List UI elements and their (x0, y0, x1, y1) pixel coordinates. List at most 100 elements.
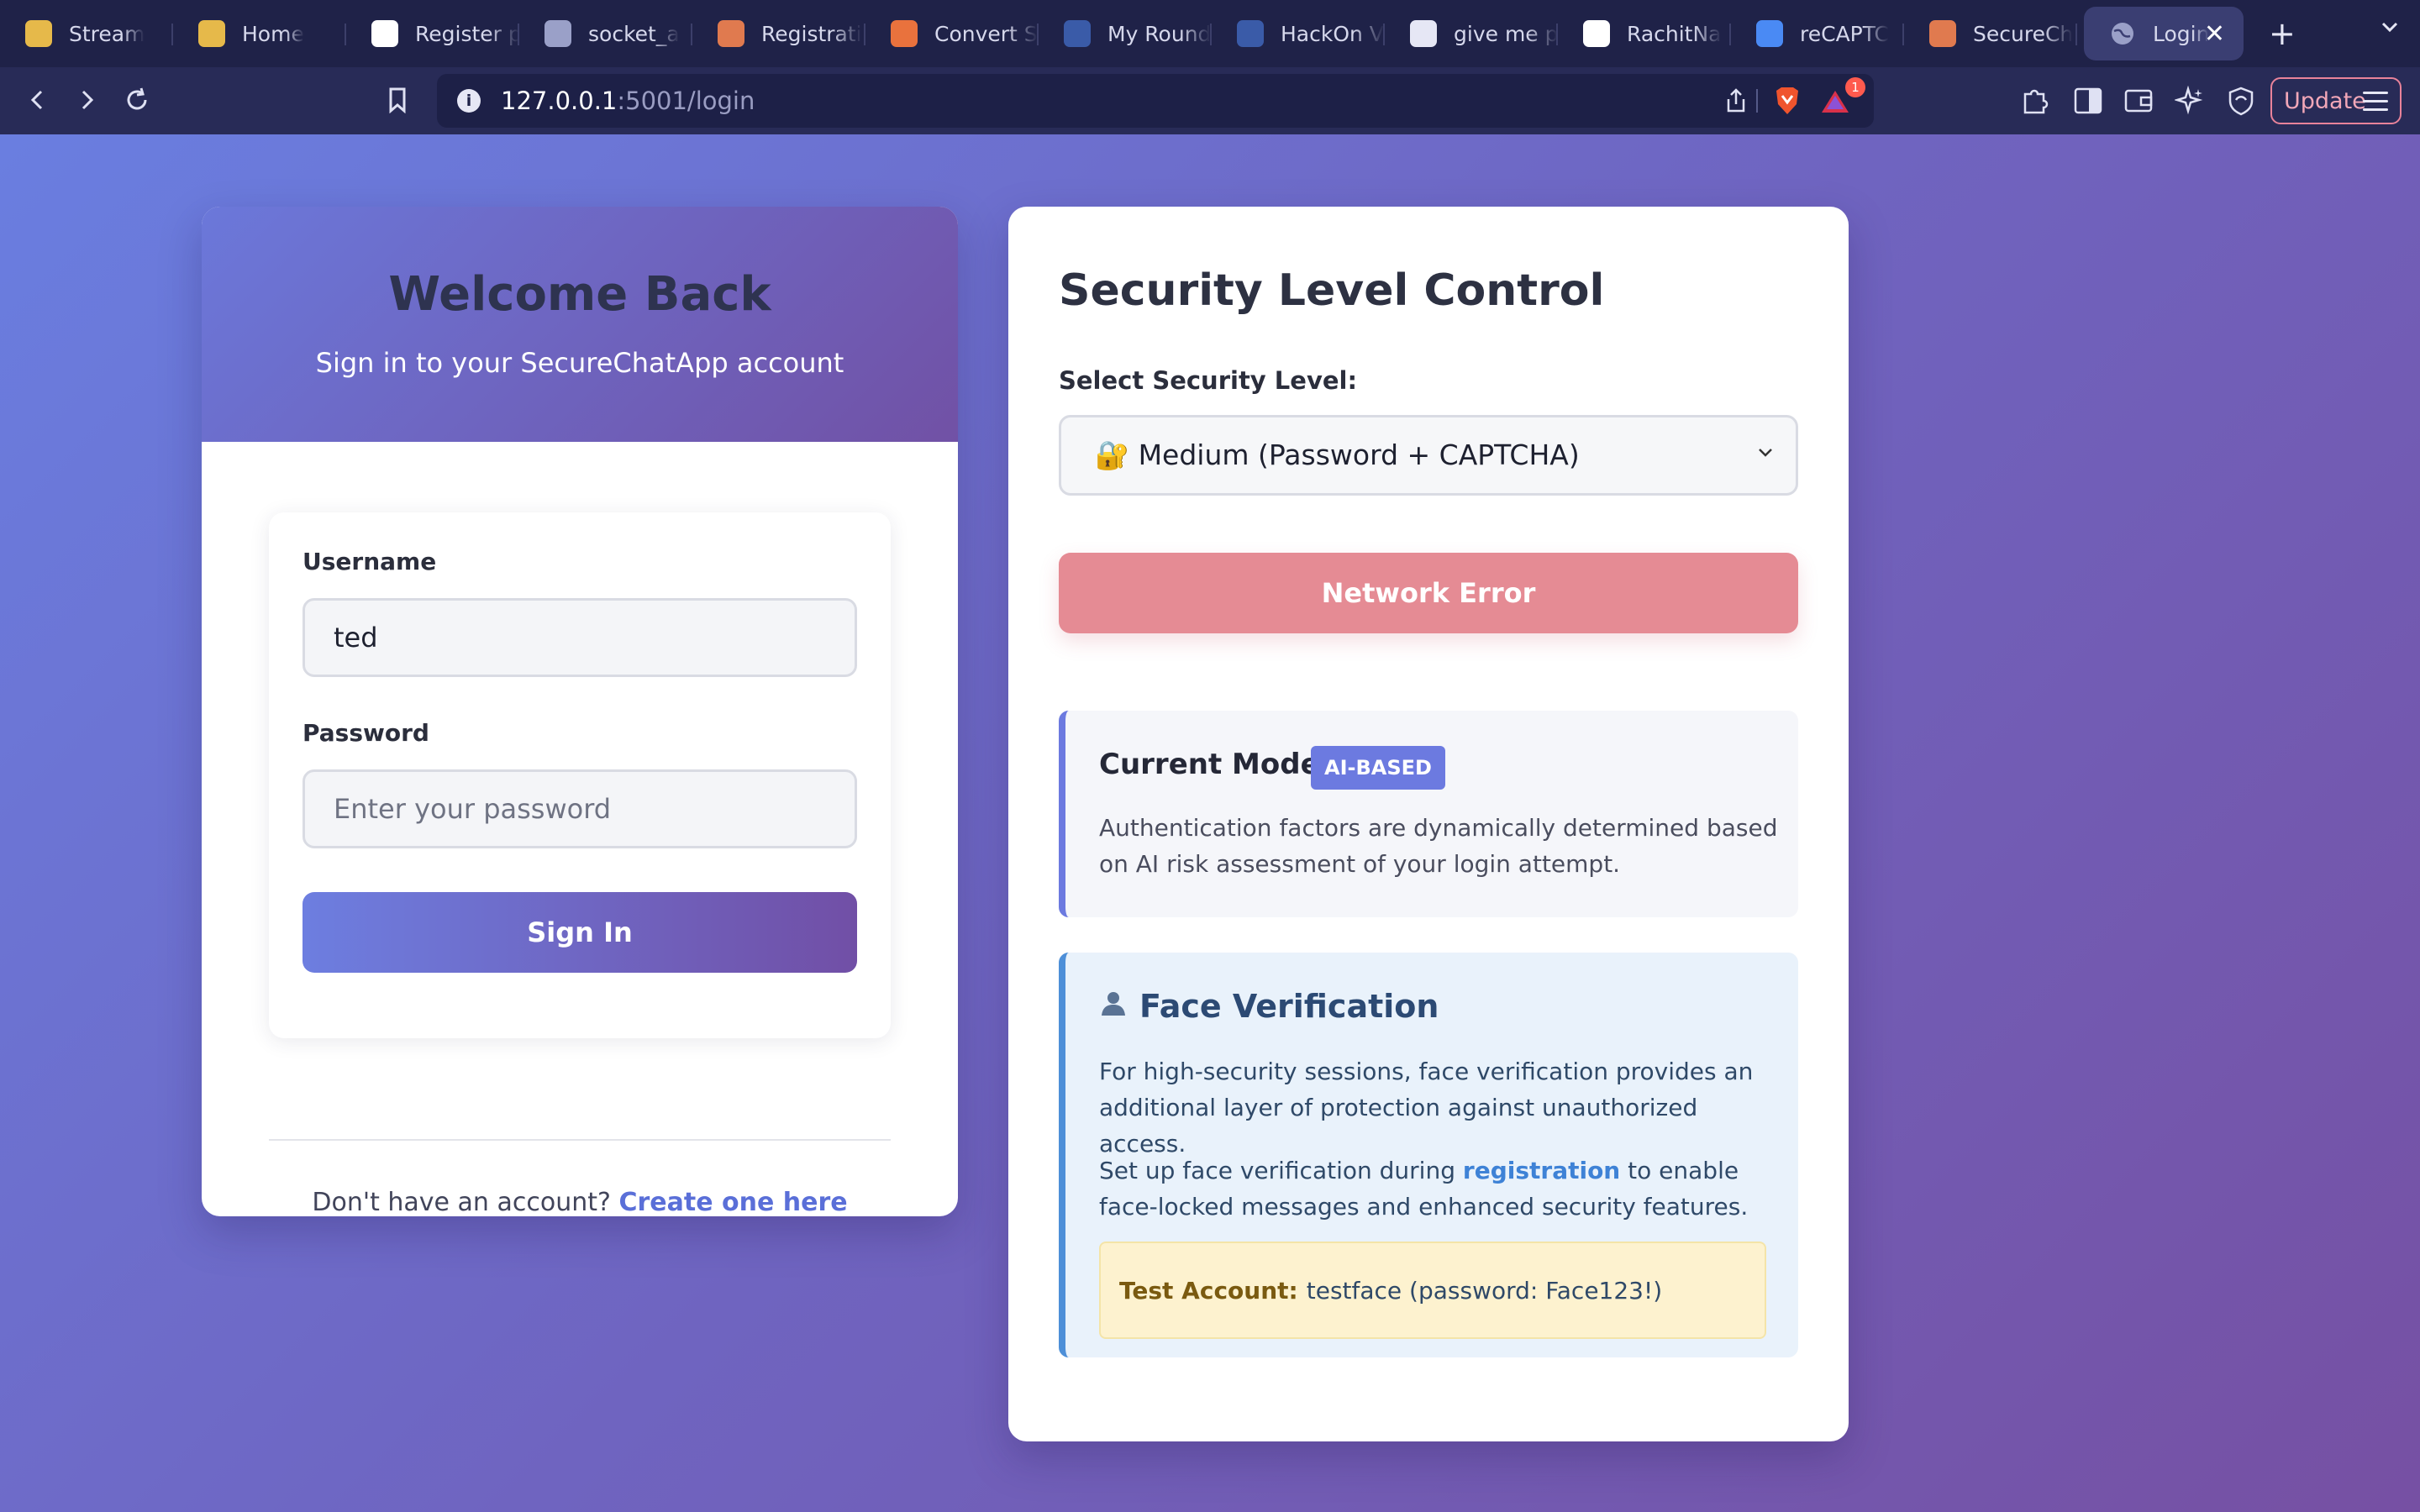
tab-title: HackOn V (1281, 21, 1384, 46)
tab-title: reCAPTC (1800, 21, 1890, 46)
address-bar[interactable]: i 127.0.0.1:5001/login 1 (437, 74, 1874, 128)
url-divider (1756, 89, 1758, 113)
tab-login-active[interactable]: Login ✕ (2084, 7, 2244, 60)
close-tab-icon[interactable]: ✕ (2204, 19, 2225, 49)
security-level-value: 🔐 Medium (Password + CAPTCHA) (1095, 438, 1580, 471)
github-icon (1583, 20, 1610, 47)
browser-tab[interactable]: HackOn V (1212, 7, 1385, 60)
tab-title: Registrati (761, 21, 862, 46)
browser-tab[interactable]: RachitNa (1558, 7, 1731, 60)
browser-tab-bar: Stream Home Register p socket_a Registrati Co… (0, 0, 2420, 67)
mode-description: Authentication factors are dynamically d… (1099, 814, 1778, 878)
drive-icon (25, 20, 52, 47)
signup-prompt-text: Don't have an account? (312, 1188, 611, 1216)
test-account-note: Test Account: testface (password: Face12… (1099, 1242, 1766, 1339)
tab-title: Home (242, 21, 304, 46)
claude-icon (718, 20, 744, 47)
browser-tab[interactable]: give me p (1385, 7, 1558, 60)
vpn-shield-icon[interactable] (2227, 86, 2255, 119)
url-text[interactable]: 127.0.0.1:5001/login (501, 87, 755, 115)
password-label: Password (302, 719, 429, 747)
globe-icon (544, 20, 571, 47)
update-label: Update (2284, 87, 2366, 114)
reload-icon[interactable] (116, 79, 158, 121)
face-setup-text: Set up face verification during registra… (1099, 1152, 1788, 1225)
username-label: Username (302, 548, 437, 575)
browser-tab[interactable]: Home (173, 7, 346, 60)
browser-tab[interactable]: socket_a (519, 7, 692, 60)
bookmark-icon[interactable] (376, 79, 418, 121)
login-title: Welcome Back (388, 267, 771, 322)
tab-title: RachitNa (1627, 21, 1722, 46)
unstop-icon (1064, 20, 1091, 47)
rewards-badge: 1 (1845, 77, 1865, 97)
tab-title: Stream (69, 21, 145, 46)
password-input[interactable] (302, 769, 857, 848)
login-subtitle: Sign in to your SecureChatApp account (315, 347, 844, 379)
brave-search-icon (1410, 20, 1437, 47)
tab-title: Convert S (934, 21, 1038, 46)
site-info-icon[interactable]: i (457, 89, 481, 113)
drive-icon (198, 20, 225, 47)
tab-title: SecureCh (1973, 21, 2074, 46)
test-account-label: Test Account: (1119, 1276, 1298, 1305)
browser-tab[interactable]: Stream (0, 7, 173, 60)
share-icon[interactable] (1724, 87, 1748, 118)
face-description: For high-security sessions, face verific… (1099, 1058, 1754, 1158)
security-card: Security Level Control Select Security L… (1008, 207, 1849, 1441)
mode-badge: AI-BASED (1311, 746, 1445, 790)
login-divider (269, 1139, 891, 1141)
new-tab-icon[interactable]: + (2269, 15, 2296, 52)
browser-tab[interactable]: My Round (1039, 7, 1212, 60)
current-mode-panel: Current Mode: AI-BASED Authentication fa… (1059, 711, 1798, 917)
current-mode-label: Current Mode: (1099, 748, 1332, 781)
person-icon (1099, 989, 1128, 1025)
tab-menu-chevron-icon[interactable] (2378, 15, 2402, 45)
login-header: Welcome Back Sign in to your SecureChatA… (202, 207, 958, 442)
browser-tab[interactable]: Register p (346, 7, 519, 60)
convert-icon (891, 20, 918, 47)
face-verification-panel: Face Verification For high-security sess… (1059, 953, 1798, 1357)
forward-icon[interactable] (66, 79, 108, 121)
tab-title: give me p (1454, 21, 1558, 46)
security-level-select[interactable]: 🔐 Medium (Password + CAPTCHA) (1059, 415, 1798, 496)
browser-toolbar: i 127.0.0.1:5001/login 1 Update (0, 67, 2420, 134)
tab-title: socket_a (588, 21, 680, 46)
login-card: Welcome Back Sign in to your SecureChatA… (202, 207, 958, 1216)
chevron-down-icon (1755, 443, 1776, 469)
unstop-icon (1237, 20, 1264, 47)
create-account-link[interactable]: Create one here (618, 1188, 847, 1216)
registration-link[interactable]: registration (1463, 1157, 1620, 1184)
browser-tab[interactable]: SecureCh (1904, 7, 2077, 60)
signup-prompt: Don't have an account? Create one here (202, 1188, 958, 1216)
claude-icon (1929, 20, 1956, 47)
security-title: Security Level Control (1059, 265, 1605, 316)
tab-title: Login (2153, 21, 2210, 46)
menu-hamburger-icon (2363, 92, 2388, 117)
face-verification-title: Face Verification (1139, 988, 1439, 1025)
brave-shields-icon[interactable] (1773, 86, 1802, 119)
security-level-label: Select Security Level: (1059, 366, 1358, 395)
update-button[interactable]: Update (2270, 77, 2402, 124)
recaptcha-icon (1756, 20, 1783, 47)
test-account-value: testface (password: Face123!) (1306, 1276, 1663, 1305)
tab-title: Register p (415, 21, 519, 46)
tab-strip: Stream Home Register p socket_a Registrati Co… (0, 0, 2077, 67)
username-input[interactable] (302, 598, 857, 677)
network-error-button[interactable]: Network Error (1059, 553, 1798, 633)
extensions-icon[interactable] (2020, 86, 2050, 119)
face-setup-pre: Set up face verification during (1099, 1157, 1455, 1184)
sidebar-icon[interactable] (2074, 87, 2102, 118)
back-icon[interactable] (17, 79, 59, 121)
page-viewport: Welcome Back Sign in to your SecureChatA… (0, 134, 2420, 1512)
login-form: Username Password Sign In (269, 512, 891, 1038)
sign-in-button[interactable]: Sign In (302, 892, 857, 973)
browser-tab[interactable]: Convert S (865, 7, 1039, 60)
browser-tab[interactable]: reCAPTC (1731, 7, 1904, 60)
browser-tab[interactable]: Registrati (692, 7, 865, 60)
leo-ai-icon[interactable] (2173, 85, 2205, 119)
face-verification-heading: Face Verification (1099, 988, 1439, 1025)
openai-icon (371, 20, 398, 47)
wallet-icon[interactable] (2124, 87, 2154, 118)
tab-title: My Round (1107, 21, 1212, 46)
